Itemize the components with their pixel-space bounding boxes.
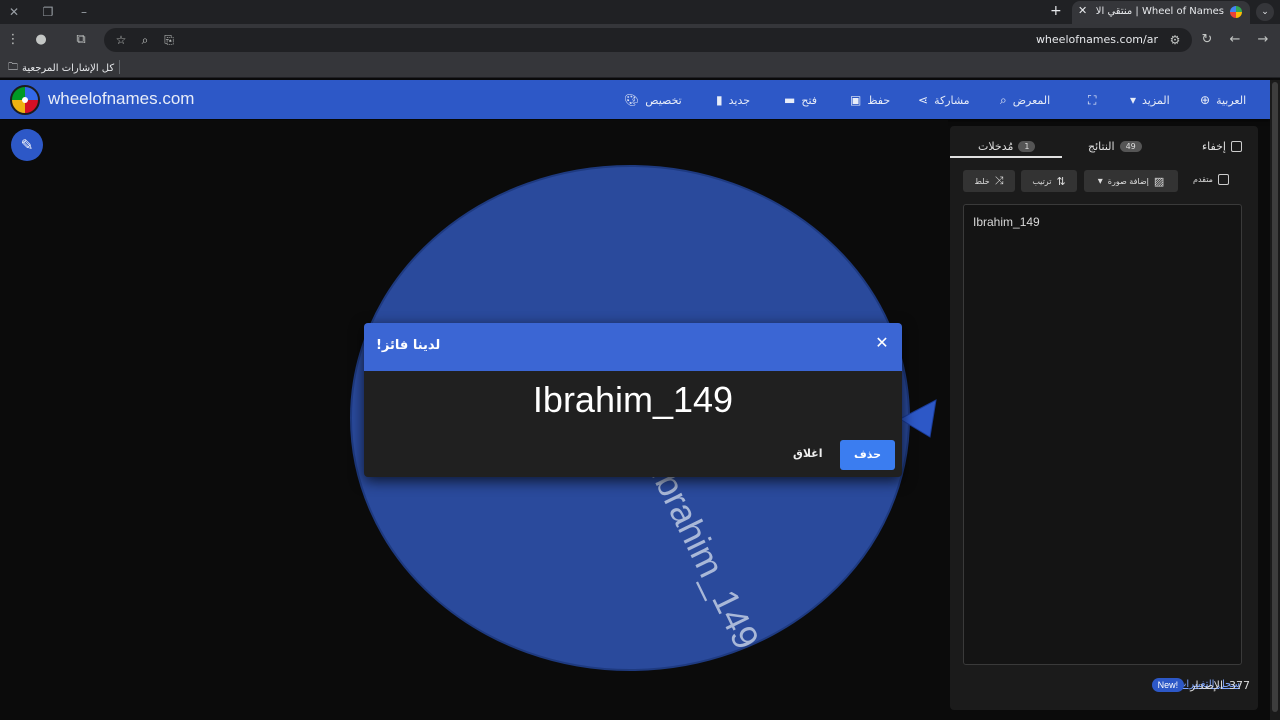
scroll-thumb[interactable]	[1272, 82, 1278, 712]
tab-search-icon[interactable]: ⌄	[1256, 3, 1274, 21]
bookmarks-bar: كل الإشارات المرجعية 🗀	[0, 56, 1280, 78]
url-text: wheelofnames.com/ar	[1035, 33, 1158, 46]
advanced-checkbox[interactable]	[1217, 174, 1229, 185]
hide-checkbox[interactable]	[1230, 140, 1242, 152]
new-badge: New!	[1151, 678, 1185, 692]
all-bookmarks-button[interactable]: كل الإشارات المرجعية 🗀	[8, 60, 114, 77]
tab-entries-label: مُدخلات	[978, 139, 1014, 153]
save-label: حفظ	[867, 93, 891, 107]
window-close-icon[interactable]: ✕	[4, 3, 24, 21]
customize-button[interactable]: 🎨︎ تخصيص	[624, 91, 682, 109]
chevron-down-icon: ▾	[1097, 175, 1103, 187]
close-button[interactable]: اغلاق	[793, 447, 822, 460]
extensions-icon[interactable]: ⧉	[72, 31, 90, 49]
tab-results-label: النتائج	[1088, 139, 1115, 153]
window-minimize-icon[interactable]: –	[74, 3, 94, 21]
tab-results[interactable]: النتائج 49	[1088, 136, 1142, 156]
save-icon: ▣	[850, 93, 862, 107]
new-button[interactable]: ▮ جديد	[716, 91, 750, 109]
save-button[interactable]: ▣ حفظ	[850, 91, 890, 109]
site-name[interactable]: wheelofnames.com	[48, 89, 194, 109]
edit-pencil-icon[interactable]: ✎	[11, 129, 43, 161]
more-button[interactable]: ▾ المزيد	[1130, 91, 1170, 109]
tab-entries[interactable]: مُدخلات 1	[978, 136, 1036, 156]
window-restore-icon[interactable]: ❐	[38, 3, 58, 21]
browser-toolbar: ⋮ ● ⧉ ☆ ⌕ ⎘ wheelofnames.com/ar ⚙ ↻ ← →	[0, 24, 1280, 56]
tab-close-icon[interactable]: ✕	[1078, 4, 1087, 17]
entries-textarea[interactable]: Ibrahim_149	[963, 204, 1242, 665]
hide-label: إخفاء	[1202, 139, 1226, 153]
palette-icon: 🎨︎	[624, 93, 640, 107]
share-button[interactable]: ⋖ مشاركة	[918, 91, 970, 109]
image-icon: ▨	[1153, 174, 1165, 188]
site-settings-icon[interactable]: ⚙	[1166, 31, 1184, 49]
gallery-label: المعرض	[1012, 93, 1051, 107]
version-info: New! الإصدار 377	[1151, 678, 1250, 692]
translate-icon[interactable]: ⎘	[160, 31, 178, 49]
all-bookmarks-label: كل الإشارات المرجعية	[22, 63, 115, 74]
dialog-title: لدينا فائز!	[376, 338, 441, 353]
back-arrow-icon[interactable]: ←	[1226, 31, 1244, 49]
add-image-label: إضافة صورة	[1107, 176, 1149, 186]
gallery-button[interactable]: ⌕ المعرض	[1000, 91, 1050, 109]
browser-tab-bar: ✕ ❐ – + ✕ Wheel of Names | منتقي الاسم ا…	[0, 0, 1280, 24]
version-label: الإصدار	[1190, 678, 1223, 692]
file-icon: ▮	[716, 93, 723, 107]
active-tab-indicator	[950, 156, 1062, 158]
customize-label: تخصيص	[645, 93, 682, 107]
dialog-header: لدينا فائز! ✕	[364, 323, 902, 371]
share-label: مشاركة	[934, 93, 970, 107]
open-label: فتح	[801, 93, 818, 107]
share-icon: ⋖	[918, 93, 929, 107]
version-number: 377	[1229, 678, 1250, 692]
chevron-down-icon: ▾	[1130, 93, 1137, 107]
entries-sidebar: مُدخلات 1 النتائج 49 إخفاء خلط ⤨ ترتيب ⇅…	[950, 126, 1258, 710]
advanced-toggle[interactable]: متقدم	[1193, 174, 1229, 185]
remove-button[interactable]: حذف	[840, 440, 895, 470]
hide-toggle[interactable]: إخفاء	[1202, 136, 1242, 156]
forward-arrow-icon[interactable]: →	[1254, 31, 1272, 49]
language-button[interactable]: ⊕ العربية	[1200, 91, 1246, 109]
sort-button[interactable]: ترتيب ⇅	[1021, 170, 1077, 192]
winner-name: Ibrahim_149	[532, 379, 734, 420]
more-label: المزيد	[1142, 93, 1170, 107]
sort-label: ترتيب	[1032, 176, 1052, 186]
search-icon: ⌕	[1000, 92, 1007, 107]
address-bar[interactable]: ☆ ⌕ ⎘ wheelofnames.com/ar ⚙	[104, 28, 1192, 52]
wheel-logo-icon[interactable]	[10, 85, 40, 115]
new-tab-icon[interactable]: +	[1050, 3, 1062, 19]
shuffle-label: خلط	[974, 176, 990, 186]
close-icon[interactable]: ✕	[874, 333, 890, 353]
entry-line: Ibrahim_149	[973, 215, 1040, 229]
page-scrollbar[interactable]	[1270, 80, 1280, 720]
open-button[interactable]: ▬ فتح	[784, 91, 817, 109]
language-label: العربية	[1216, 93, 1247, 107]
entries-count-badge: 1	[1018, 140, 1036, 152]
advanced-label: متقدم	[1193, 175, 1213, 184]
menu-kebab-icon[interactable]: ⋮	[4, 31, 22, 49]
fullscreen-icon: ⛶	[1088, 92, 1097, 107]
folder-icon: 🗀	[8, 62, 18, 73]
winner-dialog: لدينا فائز! ✕ Ibrahim_149 اغلاق حذف	[364, 323, 902, 477]
profile-avatar-icon[interactable]: ●	[32, 31, 50, 49]
folder-open-icon: ▬	[784, 93, 796, 107]
new-label: جديد	[728, 93, 751, 107]
bookmark-star-icon[interactable]: ☆	[112, 31, 130, 49]
sort-icon: ⇅	[1056, 174, 1066, 188]
zoom-icon[interactable]: ⌕	[136, 31, 154, 49]
app-header: wheelofnames.com 🎨︎ تخصيص ▮ جديد ▬ فتح ▣…	[0, 80, 1270, 119]
shuffle-button[interactable]: خلط ⤨	[963, 170, 1015, 192]
reload-icon[interactable]: ↻	[1198, 31, 1216, 49]
add-image-dropdown[interactable]: ▾ إضافة صورة ▨	[1084, 170, 1178, 192]
shuffle-icon: ⤨	[994, 174, 1004, 187]
fullscreen-button[interactable]: ⛶	[1088, 91, 1096, 109]
tab-title: Wheel of Names | منتقي الاسم العشوائي	[1096, 6, 1224, 17]
browser-tab[interactable]: ✕ Wheel of Names | منتقي الاسم العشوائي	[1072, 1, 1250, 24]
favicon-icon	[1230, 6, 1242, 18]
results-count-badge: 49	[1119, 140, 1142, 152]
bookmarks-divider	[119, 60, 120, 74]
globe-icon: ⊕	[1200, 93, 1211, 107]
